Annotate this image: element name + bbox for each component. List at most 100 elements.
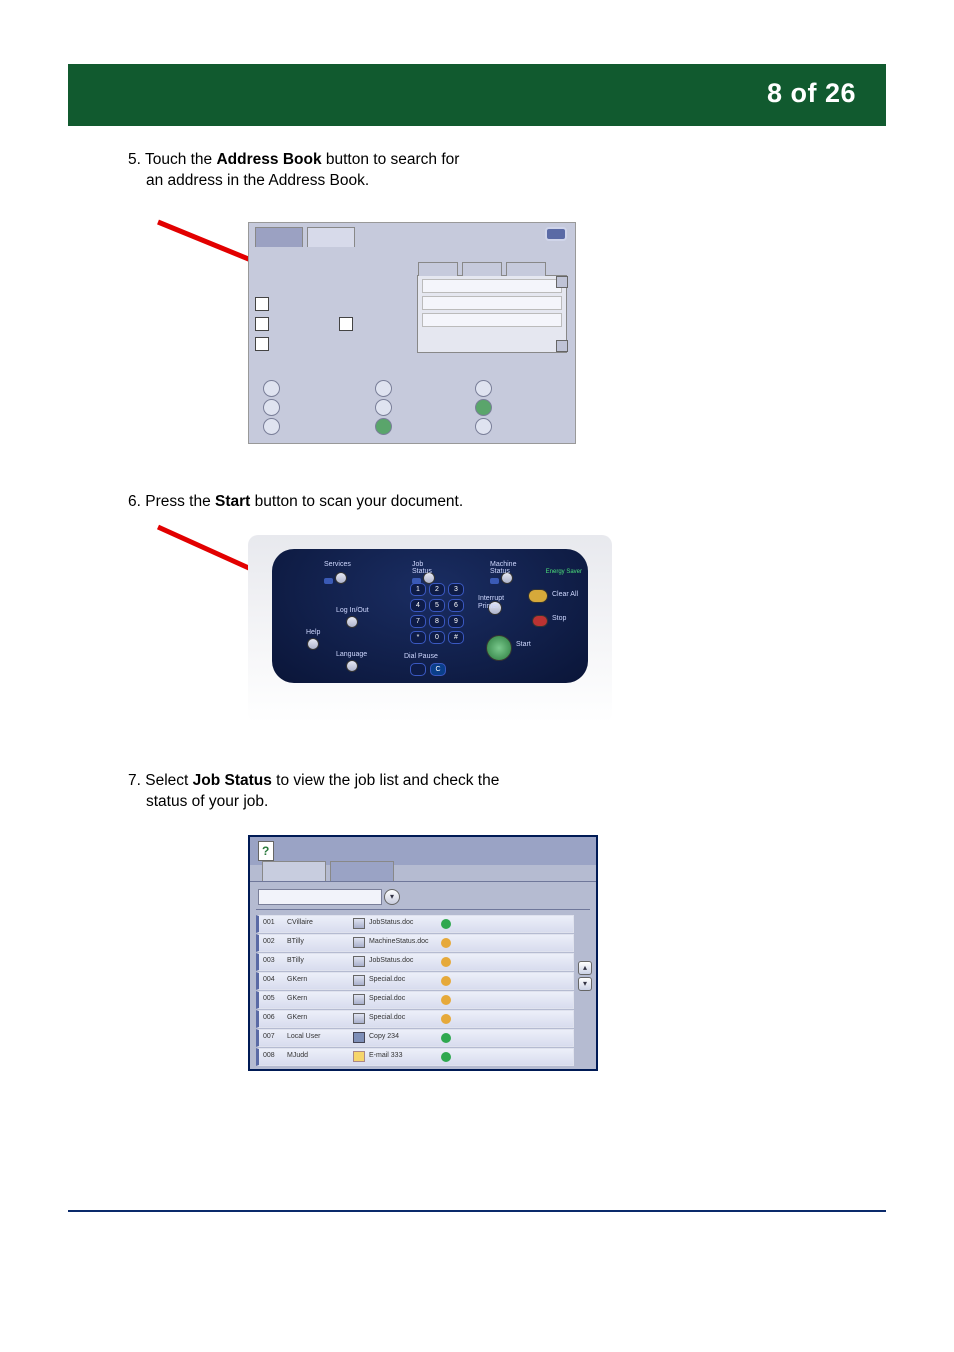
- checkbox[interactable]: [255, 337, 269, 351]
- printer-icon: [353, 918, 365, 929]
- list-item[interactable]: [422, 313, 562, 327]
- printer-icon: [353, 937, 365, 948]
- filter-dropdown[interactable]: [258, 889, 382, 905]
- screenshot-control-panel: Services Job Status Machine Status Energ…: [248, 535, 612, 723]
- scroll-up-button[interactable]: [556, 276, 568, 288]
- checkbox[interactable]: [339, 317, 353, 331]
- checkbox[interactable]: [255, 297, 269, 311]
- job-tab-other[interactable]: [330, 861, 394, 881]
- scroll-down-button[interactable]: [556, 340, 568, 352]
- step6-bold: Start: [215, 493, 250, 510]
- keypad-key[interactable]: *: [410, 631, 426, 644]
- dial-pause-label: Dial Pause: [404, 653, 438, 660]
- keypad-key[interactable]: 4: [410, 599, 426, 612]
- soft-button[interactable]: [475, 380, 492, 397]
- keypad-key[interactable]: 9: [448, 615, 464, 628]
- stop-button[interactable]: [532, 615, 548, 627]
- step7-part1: 7. Select: [128, 772, 193, 789]
- soft-button[interactable]: [475, 418, 492, 435]
- list-item[interactable]: [422, 279, 562, 293]
- checkbox[interactable]: [255, 317, 269, 331]
- dial-pause-row: C: [410, 663, 446, 676]
- clear-c-button[interactable]: C: [430, 663, 446, 676]
- job-owner: Local User: [287, 1033, 320, 1040]
- divider: [250, 881, 596, 882]
- help-icon[interactable]: [258, 841, 274, 861]
- job-row[interactable]: 003BTillyJobStatus.doc: [256, 953, 574, 971]
- keypad-key[interactable]: 6: [448, 599, 464, 612]
- soft-button[interactable]: [263, 399, 280, 416]
- status-icon: [441, 919, 451, 929]
- job-row[interactable]: 008MJuddE-mail 333: [256, 1048, 574, 1066]
- step7-indent: status of your job.: [146, 793, 268, 810]
- job-row[interactable]: 005GKernSpecial.doc: [256, 991, 574, 1009]
- help-area: Help: [306, 629, 320, 655]
- job-name: E-mail 333: [369, 1052, 402, 1059]
- keypad-key[interactable]: 7: [410, 615, 426, 628]
- job-row[interactable]: 002BTillyMachineStatus.doc: [256, 934, 574, 952]
- list-tab[interactable]: [462, 262, 502, 276]
- soft-button[interactable]: [375, 418, 392, 435]
- job-owner: GKern: [287, 995, 307, 1002]
- ui-tab[interactable]: [255, 227, 303, 247]
- step6-part2: button to scan your document.: [250, 493, 463, 510]
- job-row[interactable]: 007Local UserCopy 234: [256, 1029, 574, 1047]
- clear-all-button[interactable]: [528, 589, 548, 603]
- control-panel-body: Services Job Status Machine Status Energ…: [272, 549, 588, 683]
- ui-tab[interactable]: [307, 227, 355, 247]
- job-row[interactable]: 001CVillaireJobStatus.doc: [256, 915, 574, 933]
- printer-icon: [353, 975, 365, 986]
- mail-icon: [353, 1051, 365, 1062]
- services-button[interactable]: [335, 572, 347, 584]
- keypad-key[interactable]: 1: [410, 583, 426, 596]
- printer-icon: [353, 994, 365, 1005]
- keypad-key[interactable]: 5: [429, 599, 445, 612]
- dial-pause-button[interactable]: [410, 663, 426, 676]
- job-tab-active[interactable]: [262, 861, 326, 881]
- login-out-area: Log In/Out: [336, 607, 369, 633]
- help-button[interactable]: [307, 638, 319, 650]
- list-item[interactable]: [422, 296, 562, 310]
- status-icon: [441, 1052, 451, 1062]
- machine-status-label: Machine Status: [490, 561, 516, 575]
- start-label: Start: [516, 641, 531, 648]
- button-column: [375, 378, 392, 437]
- job-list: 001CVillaireJobStatus.doc002BTillyMachin…: [256, 915, 574, 1067]
- job-name: JobStatus.doc: [369, 919, 413, 926]
- keypad-key[interactable]: 2: [429, 583, 445, 596]
- language-button[interactable]: [346, 660, 358, 672]
- job-number: 005: [263, 995, 275, 1002]
- soft-button[interactable]: [475, 399, 492, 416]
- soft-button[interactable]: [263, 380, 280, 397]
- scroll-down-button[interactable]: ▾: [578, 977, 592, 991]
- list-tab[interactable]: [506, 262, 546, 276]
- step7-bold: Job Status: [193, 772, 272, 789]
- job-owner: BTilly: [287, 957, 304, 964]
- job-row[interactable]: 004GKernSpecial.doc: [256, 972, 574, 990]
- filter-dropdown-button[interactable]: ▾: [384, 889, 400, 905]
- soft-button[interactable]: [375, 380, 392, 397]
- step-7: 7. Select Job Status to view the job lis…: [128, 771, 946, 813]
- language-icon[interactable]: [545, 227, 567, 241]
- login-out-button[interactable]: [346, 616, 358, 628]
- keypad-key[interactable]: 8: [429, 615, 445, 628]
- numeric-keypad: 1 2 3 4 5 6 7 8 9 * 0 #: [410, 583, 464, 644]
- soft-button[interactable]: [375, 399, 392, 416]
- scroll-up-button[interactable]: ▴: [578, 961, 592, 975]
- start-button[interactable]: [486, 635, 512, 661]
- job-owner: GKern: [287, 976, 307, 983]
- job-row[interactable]: 006GKernSpecial.doc: [256, 1010, 574, 1028]
- keypad-key[interactable]: 3: [448, 583, 464, 596]
- page-counter: 8 of 26: [767, 78, 856, 109]
- keypad-key[interactable]: #: [448, 631, 464, 644]
- soft-button[interactable]: [263, 418, 280, 435]
- job-number: 003: [263, 957, 275, 964]
- keypad-key[interactable]: 0: [429, 631, 445, 644]
- clear-all-label: Clear All: [552, 591, 578, 598]
- status-icon: [441, 1033, 451, 1043]
- job-owner: GKern: [287, 1014, 307, 1021]
- list-tab[interactable]: [418, 262, 458, 276]
- status-icon: [441, 1014, 451, 1024]
- help-label: Help: [306, 629, 320, 636]
- step5-indent: an address in the Address Book.: [146, 172, 369, 189]
